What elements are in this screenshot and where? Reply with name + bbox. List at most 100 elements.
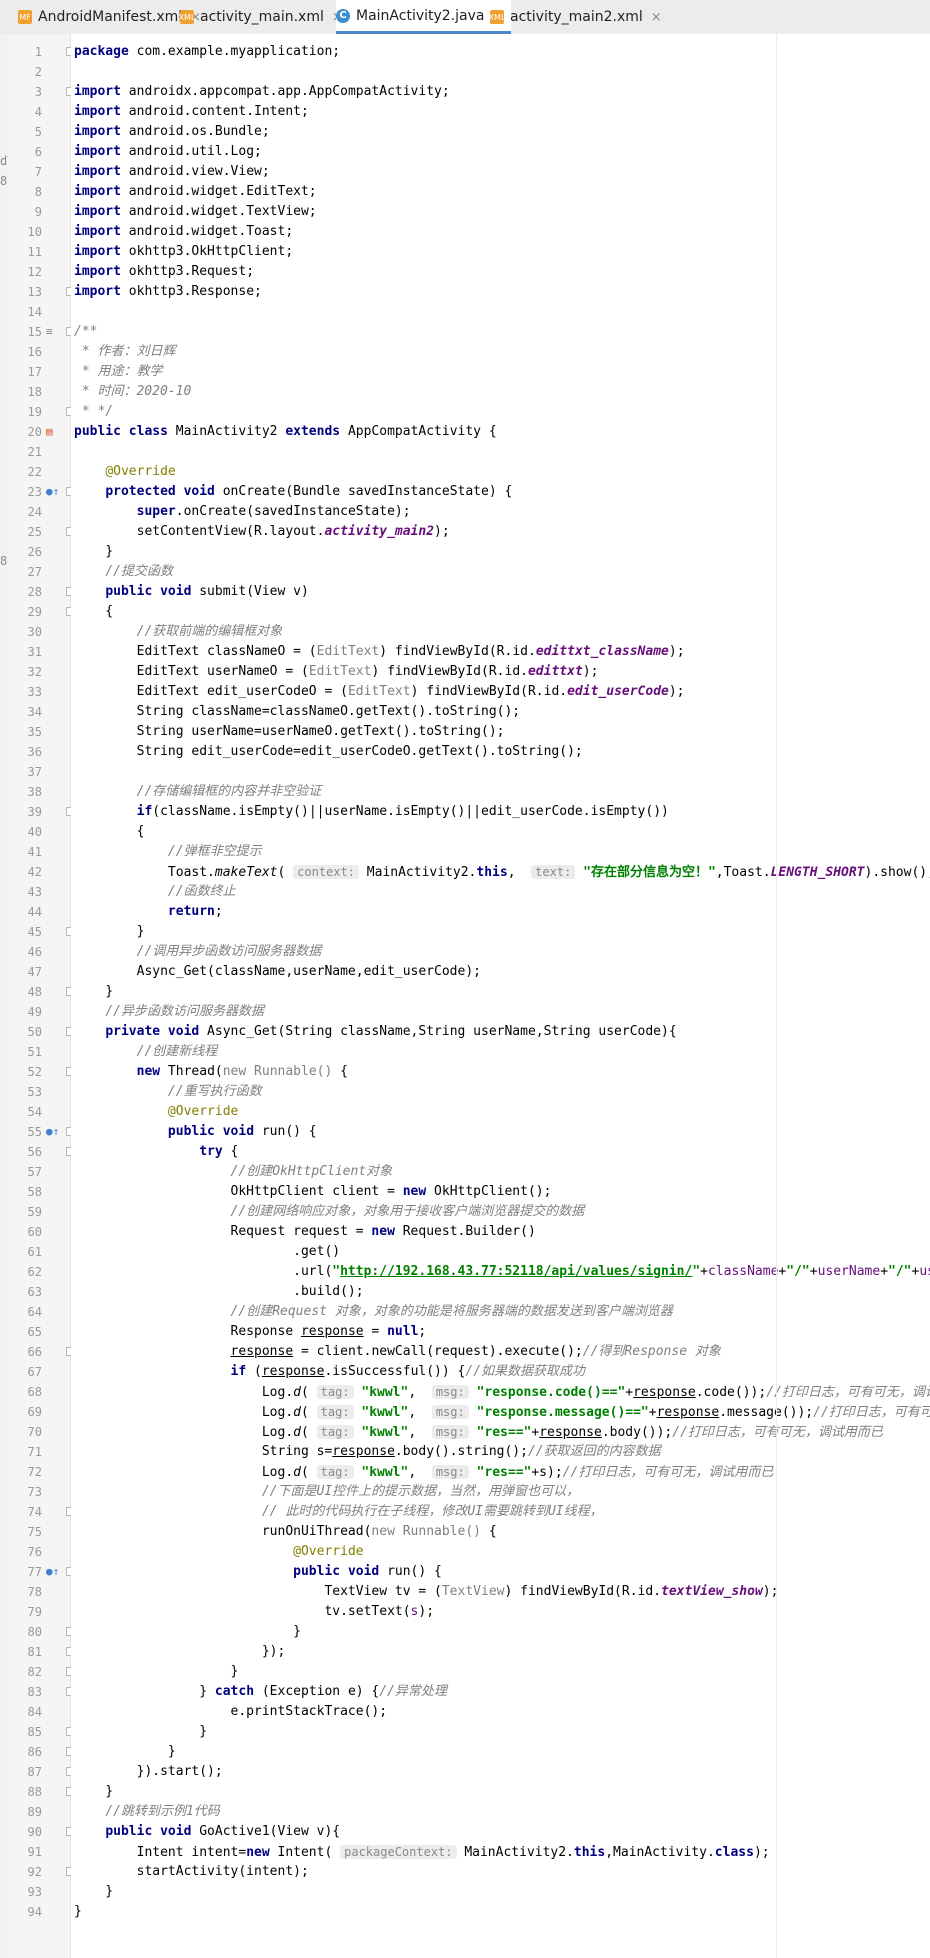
code-line[interactable]: OkHttpClient client = new OkHttpClient()… xyxy=(74,1182,552,1202)
line-number[interactable]: 60 xyxy=(16,1222,42,1242)
line-number[interactable]: 14 xyxy=(16,302,42,322)
code-line[interactable]: public class MainActivity2 extends AppCo… xyxy=(74,422,497,442)
code-line[interactable]: String userName=userNameO.getText().toSt… xyxy=(74,722,505,742)
code-line[interactable]: String s=response.body().string();//获取返回… xyxy=(74,1442,661,1462)
line-number[interactable]: 71 xyxy=(16,1442,42,1462)
line-number[interactable]: 11 xyxy=(16,242,42,262)
line-number[interactable]: 72 xyxy=(16,1462,42,1482)
line-number[interactable]: 80 xyxy=(16,1622,42,1642)
line-number[interactable]: 22 xyxy=(16,462,42,482)
code-line[interactable]: @Override xyxy=(74,462,175,482)
line-number[interactable]: 49 xyxy=(16,1002,42,1022)
line-number[interactable]: 65 xyxy=(16,1322,42,1342)
code-line[interactable]: //重写执行函数 xyxy=(74,1082,262,1102)
line-number[interactable]: 32 xyxy=(16,662,42,682)
code-line[interactable]: .url("http://192.168.43.77:52118/api/val… xyxy=(74,1262,930,1282)
editor-tab[interactable]: XML activity_main2.xml × xyxy=(489,0,670,34)
line-number[interactable]: 40 xyxy=(16,822,42,842)
line-number[interactable]: 1 xyxy=(16,42,42,62)
implement-method-icon[interactable]: ●↑ xyxy=(46,1562,59,1582)
line-number[interactable]: 58 xyxy=(16,1182,42,1202)
code-line[interactable]: import okhttp3.Response; xyxy=(74,282,262,302)
code-line[interactable]: import android.view.View; xyxy=(74,162,270,182)
line-number[interactable]: 10 xyxy=(16,222,42,242)
line-number[interactable]: 50 xyxy=(16,1022,42,1042)
line-number[interactable]: 70 xyxy=(16,1422,42,1442)
line-number[interactable]: 55 xyxy=(16,1122,42,1142)
code-line[interactable]: } xyxy=(74,922,145,942)
line-number[interactable]: 16 xyxy=(16,342,42,362)
line-number[interactable]: 38 xyxy=(16,782,42,802)
code-line[interactable]: import android.util.Log; xyxy=(74,142,262,162)
line-number[interactable]: 51 xyxy=(16,1042,42,1062)
code-line[interactable]: * 时间：2020-10 xyxy=(74,382,191,402)
code-line[interactable]: }).start(); xyxy=(74,1762,223,1782)
line-number[interactable]: 94 xyxy=(16,1902,42,1922)
line-number[interactable]: 64 xyxy=(16,1302,42,1322)
line-number[interactable]: 2 xyxy=(16,62,42,82)
line-number[interactable]: 83 xyxy=(16,1682,42,1702)
line-number[interactable]: 25 xyxy=(16,522,42,542)
code-line[interactable]: //存储编辑框的内容并非空验证 xyxy=(74,782,322,802)
line-number[interactable]: 9 xyxy=(16,202,42,222)
code-line[interactable]: super.onCreate(savedInstanceState); xyxy=(74,502,411,522)
line-number[interactable]: 62 xyxy=(16,1262,42,1282)
line-number[interactable]: 46 xyxy=(16,942,42,962)
code-line[interactable]: TextView tv = (TextView) findViewById(R.… xyxy=(74,1582,778,1602)
code-line[interactable]: startActivity(intent); xyxy=(74,1862,309,1882)
code-line[interactable]: EditText edit_userCodeO = (EditText) fin… xyxy=(74,682,685,702)
line-number[interactable]: 8 xyxy=(16,182,42,202)
code-line[interactable]: response = client.newCall(request).execu… xyxy=(74,1342,721,1362)
line-number[interactable]: 89 xyxy=(16,1802,42,1822)
line-number[interactable]: 84 xyxy=(16,1702,42,1722)
line-number[interactable]: 79 xyxy=(16,1602,42,1622)
code-line[interactable]: //跳转到示例1代码 xyxy=(74,1802,219,1822)
code-line[interactable]: public void run() { xyxy=(74,1562,442,1582)
code-line[interactable]: { xyxy=(74,602,113,622)
line-number[interactable]: 42 xyxy=(16,862,42,882)
code-line[interactable]: EditText userNameO = (EditText) findView… xyxy=(74,662,599,682)
line-number[interactable]: 21 xyxy=(16,442,42,462)
line-number[interactable]: 91 xyxy=(16,1842,42,1862)
code-line[interactable]: } xyxy=(74,982,113,1002)
line-number[interactable]: 87 xyxy=(16,1762,42,1782)
code-line[interactable]: } xyxy=(74,1902,82,1922)
code-line[interactable]: new Thread(new Runnable() { xyxy=(74,1062,348,1082)
code-line[interactable]: import okhttp3.Request; xyxy=(74,262,254,282)
code-line[interactable]: private void Async_Get(String className,… xyxy=(74,1022,676,1042)
line-number[interactable]: 3 xyxy=(16,82,42,102)
line-number[interactable]: 34 xyxy=(16,702,42,722)
line-number[interactable]: 47 xyxy=(16,962,42,982)
code-line[interactable]: Log.d( tag: "kwwl", msg: "res=="+s);//打印… xyxy=(74,1462,773,1482)
code-line[interactable]: //获取前端的编辑框对象 xyxy=(74,622,283,642)
line-number[interactable]: 82 xyxy=(16,1662,42,1682)
code-line[interactable]: .get() xyxy=(74,1242,340,1262)
code-line[interactable]: e.printStackTrace(); xyxy=(74,1702,388,1722)
code-line[interactable]: import android.widget.EditText; xyxy=(74,182,317,202)
code-line[interactable]: import android.widget.TextView; xyxy=(74,202,317,222)
line-number[interactable]: 48 xyxy=(16,982,42,1002)
xml-layout-link-icon[interactable]: ▤ xyxy=(46,422,53,442)
line-number[interactable]: 81 xyxy=(16,1642,42,1662)
line-number[interactable]: 54 xyxy=(16,1102,42,1122)
line-number[interactable]: 74 xyxy=(16,1502,42,1522)
line-number[interactable]: 88 xyxy=(16,1782,42,1802)
code-line[interactable]: //提交函数 xyxy=(74,562,173,582)
line-number[interactable]: 37 xyxy=(16,762,42,782)
line-number[interactable]: 36 xyxy=(16,742,42,762)
line-number[interactable]: 53 xyxy=(16,1082,42,1102)
code-line[interactable]: import okhttp3.OkHttpClient; xyxy=(74,242,293,262)
line-number[interactable]: 45 xyxy=(16,922,42,942)
code-line[interactable]: { xyxy=(74,822,145,842)
code-line[interactable]: //创建OkHttpClient对象 xyxy=(74,1162,393,1182)
editor-tab[interactable]: XMLactivity_main.xml× xyxy=(179,0,351,34)
editor-tab[interactable]: CMainActivity2.java× xyxy=(336,0,512,34)
code-line[interactable]: //调用异步函数访问服务器数据 xyxy=(74,942,322,962)
code-line[interactable]: //弹框非空提示 xyxy=(74,842,262,862)
code-line[interactable]: //函数终止 xyxy=(74,882,236,902)
code-line[interactable]: EditText classNameO = (EditText) findVie… xyxy=(74,642,685,662)
line-number[interactable]: 13 xyxy=(16,282,42,302)
code-line[interactable]: if (response.isSuccessful()) {//如果数据获取成功 xyxy=(74,1362,585,1382)
code-line[interactable]: public void submit(View v) xyxy=(74,582,309,602)
line-number[interactable]: 66 xyxy=(16,1342,42,1362)
